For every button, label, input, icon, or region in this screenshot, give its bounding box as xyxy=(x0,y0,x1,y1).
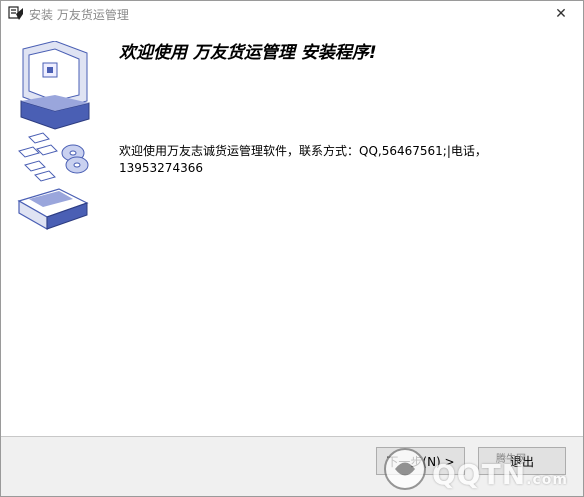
close-icon: ✕ xyxy=(555,6,567,22)
computer-install-illustration xyxy=(17,41,90,231)
installer-window: 安装 万友货运管理 ✕ 欢迎使用 万友货运管理 安装程序! 欢迎使用万友志诚货运… xyxy=(0,0,584,497)
close-button[interactable]: ✕ xyxy=(539,1,583,27)
next-button[interactable]: 下一步(N) > xyxy=(376,447,465,475)
title-bar: 安装 万友货运管理 ✕ xyxy=(1,1,583,27)
exit-button[interactable]: 退出 xyxy=(478,447,566,475)
button-bar: 下一步(N) > 退出 xyxy=(1,437,583,496)
welcome-heading: 欢迎使用 万友货运管理 安装程序! xyxy=(119,43,377,63)
welcome-panel: 欢迎使用 万友货运管理 安装程序! 欢迎使用万友志诚货运管理软件，联系方式：QQ… xyxy=(1,27,583,436)
window-title: 安装 万友货运管理 xyxy=(29,8,129,22)
welcome-description: 欢迎使用万友志诚货运管理软件，联系方式：QQ,56467561;|电话，1395… xyxy=(119,144,487,175)
installer-app-icon xyxy=(8,6,23,20)
